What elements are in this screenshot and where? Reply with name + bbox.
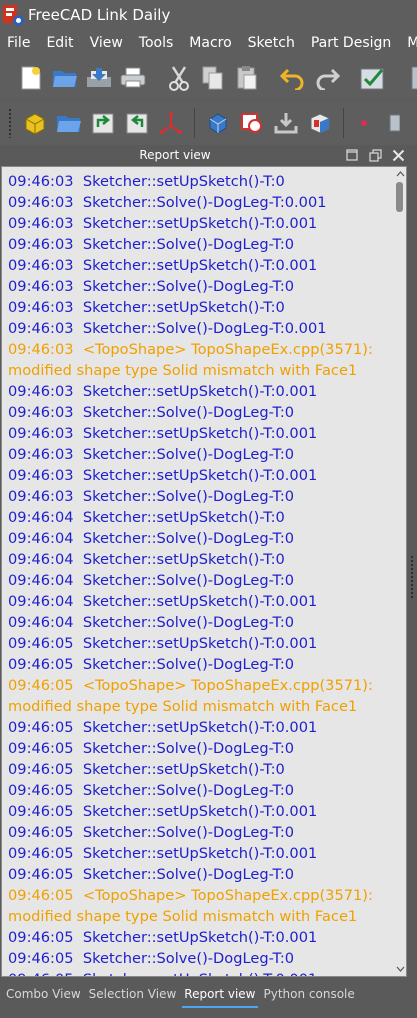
menu-view[interactable]: View bbox=[82, 35, 131, 51]
create-body-icon[interactable] bbox=[18, 106, 52, 140]
menu-edit[interactable]: Edit bbox=[38, 35, 81, 51]
log-line-message: 09:46:04 Sketcher::Solve()-DogLeg-T:0 bbox=[8, 614, 295, 631]
log-line-message: 09:46:03 Sketcher::setUpSketch()-T:0.001 bbox=[8, 257, 318, 274]
log-output: 09:46:03 Sketcher::setUpSketch()-T:009:4… bbox=[8, 171, 393, 976]
scroll-up-icon[interactable] bbox=[395, 169, 405, 179]
copy-icon[interactable] bbox=[196, 61, 230, 95]
log-line-message: 09:46:03 Sketcher::Solve()-DogLeg-T:0 bbox=[8, 236, 295, 253]
redo-icon[interactable] bbox=[310, 61, 344, 95]
log-line-message: 09:46:03 Sketcher::setUpSketch()-T:0 bbox=[8, 173, 285, 190]
log-line-message: 09:46:05 Sketcher::setUpSketch()-T:0.001 bbox=[8, 969, 393, 976]
tab-combo-view[interactable]: Combo View bbox=[2, 980, 85, 1008]
dock-title-label: Report view bbox=[139, 148, 211, 162]
log-line-message: 09:46:03 Sketcher::setUpSketch()-T:0.001 bbox=[8, 383, 318, 400]
toolbar-separator bbox=[194, 108, 195, 138]
overflow-icon[interactable] bbox=[378, 106, 406, 140]
link-import-icon[interactable] bbox=[86, 106, 120, 140]
dock-splitter-handle[interactable] bbox=[410, 555, 414, 599]
log-line-message: 09:46:05 Sketcher::Solve()-DogLeg-T:0 bbox=[8, 656, 295, 673]
freecad-logo-icon bbox=[2, 4, 24, 26]
dock-tab-bar: Combo View Selection View Report view Py… bbox=[0, 980, 417, 1018]
log-line-message: 09:46:05 Sketcher::setUpSketch()-T:0.001 bbox=[8, 845, 318, 862]
log-line-message: 09:46:03 Sketcher::Solve()-DogLeg-T:0.00… bbox=[8, 320, 327, 337]
log-line-message: 09:46:05 Sketcher::setUpSketch()-T:0.001 bbox=[8, 929, 318, 946]
log-line-warning: modified shape type Solid mismatch with … bbox=[8, 362, 358, 379]
recompute-icon[interactable] bbox=[356, 61, 390, 95]
tab-python-console[interactable]: Python console bbox=[260, 980, 359, 1008]
log-line-warning: modified shape type Solid mismatch with … bbox=[8, 908, 358, 925]
log-line-message: 09:46:03 Sketcher::setUpSketch()-T:0.001 bbox=[8, 467, 318, 484]
log-line-message: 09:46:03 Sketcher::setUpSketch()-T:0.001 bbox=[8, 425, 318, 442]
log-line-message: 09:46:04 Sketcher::setUpSketch()-T:0 bbox=[8, 551, 285, 568]
paste-icon[interactable] bbox=[230, 61, 264, 95]
float-dock-icon[interactable] bbox=[367, 147, 383, 163]
log-line-message: 09:46:05 Sketcher::Solve()-DogLeg-T:0 bbox=[8, 782, 295, 799]
create-datum-icon[interactable] bbox=[154, 106, 188, 140]
log-line-message: 09:46:05 Sketcher::setUpSketch()-T:0 bbox=[8, 761, 285, 778]
toolbar-grip[interactable] bbox=[8, 108, 12, 138]
log-line-warning: 09:46:05 <TopoShape> TopoShapeEx.cpp(357… bbox=[8, 677, 373, 694]
tab-report-view[interactable]: Report view bbox=[180, 980, 259, 1008]
log-line-message: 09:46:03 Sketcher::setUpSketch()-T:0 bbox=[8, 299, 285, 316]
save-icon[interactable] bbox=[82, 61, 116, 95]
window-title: FreeCAD Link Daily bbox=[28, 6, 171, 24]
log-line-message: 09:46:05 Sketcher::Solve()-DogLeg-T:0 bbox=[8, 824, 295, 841]
log-line-warning: 09:46:05 <TopoShape> TopoShapeEx.cpp(357… bbox=[8, 887, 373, 904]
menu-more[interactable]: Me bbox=[399, 35, 417, 51]
log-line-message: 09:46:04 Sketcher::setUpSketch()-T:0.001 bbox=[8, 593, 318, 610]
log-line-message: 09:46:03 Sketcher::Solve()-DogLeg-T:0 bbox=[8, 404, 295, 421]
print-icon[interactable] bbox=[116, 61, 150, 95]
tab-selection-view[interactable]: Selection View bbox=[85, 980, 181, 1008]
menu-tools[interactable]: Tools bbox=[131, 35, 182, 51]
log-line-message: 09:46:03 Sketcher::setUpSketch()-T:0.001 bbox=[8, 215, 318, 232]
log-line-message: 09:46:03 Sketcher::Solve()-DogLeg-T:0 bbox=[8, 278, 295, 295]
menu-macro[interactable]: Macro bbox=[181, 35, 239, 51]
link-export-icon[interactable] bbox=[120, 106, 154, 140]
log-line-warning: modified shape type Solid mismatch with … bbox=[8, 698, 358, 715]
new-document-icon[interactable] bbox=[14, 61, 48, 95]
menu-sketch[interactable]: Sketch bbox=[240, 35, 303, 51]
menu-bar: File Edit View Tools Macro Sketch Part D… bbox=[0, 30, 417, 56]
file-edit-toolbar bbox=[0, 56, 417, 100]
cut-icon[interactable] bbox=[162, 61, 196, 95]
minimize-dock-icon[interactable] bbox=[344, 147, 360, 163]
cube-view-icon[interactable] bbox=[303, 106, 337, 140]
report-view-dock-title: Report view bbox=[0, 145, 417, 166]
log-line-message: 09:46:05 Sketcher::Solve()-DogLeg-T:0 bbox=[8, 866, 295, 883]
part-design-toolbar bbox=[0, 101, 417, 145]
log-line-message: 09:46:04 Sketcher::setUpSketch()-T:0 bbox=[8, 509, 285, 526]
scroll-down-icon[interactable] bbox=[395, 964, 405, 974]
overflow-icon[interactable] bbox=[402, 61, 417, 95]
log-line-message: 09:46:04 Sketcher::Solve()-DogLeg-T:0 bbox=[8, 572, 295, 589]
scrollbar-thumb[interactable] bbox=[396, 182, 403, 212]
close-dock-icon[interactable] bbox=[390, 147, 406, 163]
create-part-icon[interactable] bbox=[52, 106, 86, 140]
draw-style-icon[interactable] bbox=[269, 106, 303, 140]
log-line-message: 09:46:03 Sketcher::Solve()-DogLeg-T:0 bbox=[8, 446, 295, 463]
toolbar-separator bbox=[343, 108, 344, 138]
log-line-warning: 09:46:03 <TopoShape> TopoShapeEx.cpp(357… bbox=[8, 341, 373, 358]
undo-icon[interactable] bbox=[276, 61, 310, 95]
log-line-message: 09:46:05 Sketcher::Solve()-DogLeg-T:0 bbox=[8, 740, 295, 757]
log-line-message: 09:46:05 Sketcher::setUpSketch()-T:0.001 bbox=[8, 803, 318, 820]
log-line-message: 09:46:05 Sketcher::Solve()-DogLeg-T:0 bbox=[8, 950, 295, 967]
menu-file[interactable]: File bbox=[0, 35, 38, 51]
log-line-message: 09:46:05 Sketcher::setUpSketch()-T:0.001 bbox=[8, 635, 318, 652]
title-bar: FreeCAD Link Daily bbox=[0, 0, 417, 30]
dot-icon[interactable] bbox=[350, 106, 378, 140]
open-folder-icon[interactable] bbox=[48, 61, 82, 95]
vertical-scrollbar[interactable] bbox=[393, 167, 406, 976]
log-line-message: 09:46:04 Sketcher::Solve()-DogLeg-T:0 bbox=[8, 530, 295, 547]
menu-part-design[interactable]: Part Design bbox=[303, 35, 399, 51]
report-view-panel[interactable]: 09:46:03 Sketcher::setUpSketch()-T:009:4… bbox=[1, 166, 407, 977]
log-line-message: 09:46:05 Sketcher::setUpSketch()-T:0.001 bbox=[8, 719, 318, 736]
log-line-message: 09:46:03 Sketcher::Solve()-DogLeg-T:0.00… bbox=[8, 194, 327, 211]
log-line-message: 09:46:03 Sketcher::Solve()-DogLeg-T:0 bbox=[8, 488, 295, 505]
fit-all-view-icon[interactable] bbox=[201, 106, 235, 140]
selection-view-icon[interactable] bbox=[235, 106, 269, 140]
